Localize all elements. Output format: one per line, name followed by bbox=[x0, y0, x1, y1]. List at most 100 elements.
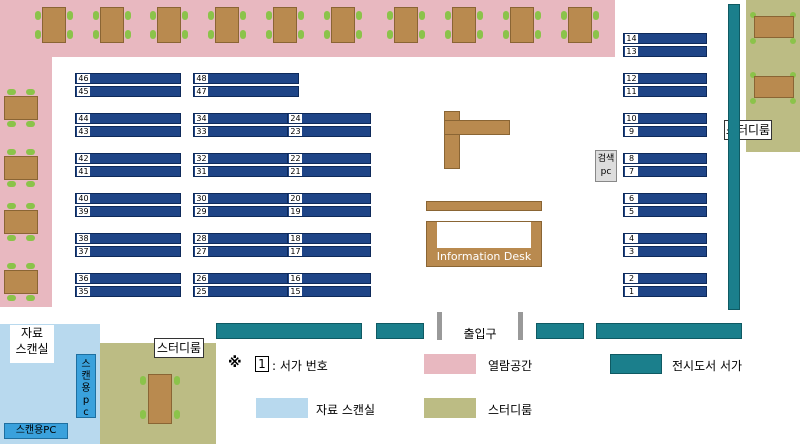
shelf: 47 bbox=[193, 86, 299, 97]
reading-table bbox=[157, 7, 181, 43]
shelf-number: 13 bbox=[625, 47, 638, 56]
chair bbox=[26, 149, 35, 155]
shelf-number: 18 bbox=[289, 234, 302, 243]
shelf-unit: 38 37 bbox=[75, 233, 181, 257]
shelf: 8 bbox=[623, 153, 707, 164]
legend-display-swatch bbox=[610, 354, 662, 374]
display-shelf-bottom-3 bbox=[536, 323, 584, 339]
shelf-unit: 48 47 bbox=[193, 73, 299, 97]
shelf-number: 16 bbox=[289, 274, 302, 283]
legend-scan-text: 자료 스캔실 bbox=[316, 403, 376, 417]
chair bbox=[298, 30, 304, 39]
chair bbox=[35, 11, 41, 20]
shelf-unit: 43 bbox=[623, 233, 707, 257]
shelf-unit: 87 bbox=[623, 153, 707, 177]
shelf-number: 47 bbox=[195, 87, 208, 96]
shelf: 19 bbox=[287, 206, 371, 217]
floor-plan: 스터디룸 자료 스캔실 스캔용pc 스캔용PC 스터디룸 46 45 44 43 42 41… bbox=[0, 0, 800, 444]
shelf-number: 19 bbox=[289, 207, 302, 216]
chair bbox=[26, 121, 35, 127]
legend-reading-swatch bbox=[424, 354, 476, 374]
chair bbox=[208, 11, 214, 20]
chair bbox=[7, 121, 16, 127]
reading-table bbox=[4, 156, 38, 180]
shelf-number: 12 bbox=[625, 74, 638, 83]
legend-study-text: 스터디룸 bbox=[488, 403, 533, 417]
shelf-number: 3 bbox=[625, 247, 638, 256]
chair bbox=[7, 263, 16, 269]
chair bbox=[593, 30, 599, 39]
chair bbox=[67, 11, 73, 20]
shelf-number: 38 bbox=[77, 234, 90, 243]
reading-table bbox=[4, 96, 38, 120]
shelf-number: 1 bbox=[625, 287, 638, 296]
shelf: 5 bbox=[623, 206, 707, 217]
chair bbox=[419, 30, 425, 39]
chair bbox=[266, 11, 272, 20]
shelf-unit: 22 21 bbox=[287, 153, 371, 177]
shelf-unit: 36 35 bbox=[75, 273, 181, 297]
shelf: 37 bbox=[75, 246, 181, 257]
chair bbox=[26, 181, 35, 187]
display-shelf-bottom-1 bbox=[216, 323, 362, 339]
search-pc: 검색 pc bbox=[595, 150, 617, 182]
shelf-unit: 16 15 bbox=[287, 273, 371, 297]
shelf: 6 bbox=[623, 193, 707, 204]
chair bbox=[750, 38, 756, 44]
shelf: 15 bbox=[287, 286, 371, 297]
shelf: 29 bbox=[193, 206, 299, 217]
study-table bbox=[148, 374, 172, 424]
scan-pc-horizontal: 스캔용PC bbox=[4, 423, 68, 439]
chair bbox=[419, 11, 425, 20]
chair bbox=[790, 38, 796, 44]
shelf: 2 bbox=[623, 273, 707, 284]
reading-table bbox=[215, 7, 239, 43]
legend-reading-text: 열람공간 bbox=[488, 359, 533, 373]
shelf-number: 20 bbox=[289, 194, 302, 203]
chair bbox=[174, 376, 180, 385]
shelf: 41 bbox=[75, 166, 181, 177]
shelf: 36 bbox=[75, 273, 181, 284]
shelf-number: 26 bbox=[195, 274, 208, 283]
shelf-unit: 40 39 bbox=[75, 193, 181, 217]
chair bbox=[356, 11, 362, 20]
shelf: 11 bbox=[623, 86, 707, 97]
shelf: 28 bbox=[193, 233, 299, 244]
chair bbox=[150, 30, 156, 39]
shelf: 14 bbox=[623, 33, 707, 44]
shelf-unit: 12 11 bbox=[623, 73, 707, 97]
chair bbox=[35, 30, 41, 39]
shelf: 42 bbox=[75, 153, 181, 164]
chair bbox=[503, 30, 509, 39]
shelf: 39 bbox=[75, 206, 181, 217]
shelf: 7 bbox=[623, 166, 707, 177]
legend-display-text: 전시도서 서가 bbox=[672, 359, 743, 373]
chair bbox=[125, 30, 131, 39]
shelf-unit: 10 9 bbox=[623, 113, 707, 137]
chair bbox=[240, 30, 246, 39]
chair bbox=[26, 89, 35, 95]
shelf-unit: 46 45 bbox=[75, 73, 181, 97]
info-desk-bar bbox=[426, 201, 542, 211]
shelf-number: 8 bbox=[625, 154, 638, 163]
shelf-unit: 26 25 bbox=[193, 273, 299, 297]
chair bbox=[7, 89, 16, 95]
shelf-number: 35 bbox=[77, 287, 90, 296]
chair bbox=[7, 235, 16, 241]
display-shelf-right bbox=[728, 4, 740, 310]
scan-pc-vertical: 스캔용pc bbox=[76, 354, 96, 418]
chair bbox=[174, 410, 180, 419]
reading-table bbox=[452, 7, 476, 43]
reading-table bbox=[510, 7, 534, 43]
shelf-number: 7 bbox=[625, 167, 638, 176]
chair bbox=[593, 11, 599, 20]
shelf-number: 30 bbox=[195, 194, 208, 203]
shelf: 30 bbox=[193, 193, 299, 204]
chair bbox=[240, 11, 246, 20]
shelf: 35 bbox=[75, 286, 181, 297]
chair bbox=[477, 30, 483, 39]
shelf: 31 bbox=[193, 166, 299, 177]
shelf-number: 14 bbox=[625, 34, 638, 43]
shelf: 25 bbox=[193, 286, 299, 297]
shelf: 40 bbox=[75, 193, 181, 204]
